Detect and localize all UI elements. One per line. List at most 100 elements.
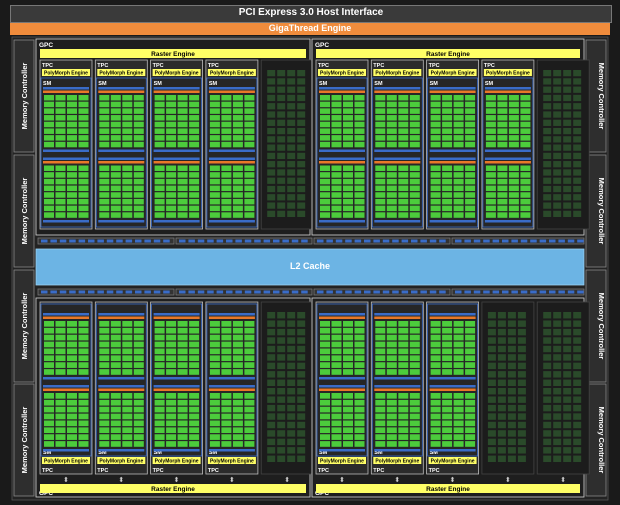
gpc-4-tpc-1-core-1-1-4 (331, 420, 342, 427)
gpc-1-tpc-1-core-0-2-2 (67, 108, 77, 114)
gpc-1-tpc-5-dim-16-1 (277, 202, 286, 209)
gpc-2-tpc-1-core-1-3-6 (354, 205, 365, 212)
gpc-1-tpc-3-sm-blue-bottom-0 (153, 149, 200, 152)
gpc-3-tpc-4-core-1-1-2 (221, 406, 232, 413)
gpc-2-tpc-5-dim-17-1 (553, 210, 562, 217)
gpc-1-tpc-5-dim-7-2 (287, 127, 296, 135)
memory-controller-right-label-3: Memory Controller (597, 293, 606, 360)
gpc-2-tpc-4-core-0-3-4 (520, 121, 531, 128)
gpc-2-tpc-2-core-0-1-4 (386, 121, 397, 128)
gpc-1-tpc-5-dim-0-1 (277, 70, 286, 77)
gpc-2-tpc-5-dim-13-1 (553, 177, 562, 184)
gpc-1-tpc-5-dim-7-0 (267, 127, 276, 135)
gpc-2-tpc-2-core-1-1-7 (386, 212, 397, 218)
gpc-2-tpc-5-dim-15-2 (563, 194, 572, 201)
gpc-2-tpc-5-dim-7-3 (573, 127, 582, 135)
gpc-4-tpc-4-dim-2-3 (517, 328, 526, 336)
crossbar-cell-lower-0-9 (125, 290, 133, 294)
gpc-2-tpc-3-core-0-2-0 (453, 95, 464, 101)
gpc-2-tpc-4-polymorph (483, 69, 532, 76)
gpc-3-tpc-4 (205, 301, 259, 475)
gpc-1-tpc-4-core-1-2-4 (232, 192, 243, 198)
gpc-2-tpc-5-dim-10-3 (573, 152, 582, 160)
gpc-2-tpc-5-dim-8-0 (543, 136, 552, 143)
gpc-4-tpc-5 (536, 301, 590, 475)
crossbar-cell-upper-3-3 (483, 239, 490, 243)
gpc-4-tpc-3-label: TPC (429, 468, 440, 474)
gpc-4-tpc-5-dim-3-0 (543, 337, 552, 344)
gpc-3-tpc-1-core-1-3-3 (78, 413, 89, 420)
gpc-4-tpc-4-dim-7-3 (517, 371, 526, 378)
gpc-1-tpc-1-core-1-3-1 (78, 172, 89, 178)
gpc-2-tpc-3-core-1-2-6 (453, 205, 464, 212)
gpc-3-tpc-2-core-1-0-3 (99, 413, 110, 420)
gpc-2-tpc-4-core-0-2-7 (508, 141, 519, 148)
gpc-4-tpc-5-dim-12-3 (573, 413, 582, 420)
gpc-4-tpc-5-dim-10-1 (553, 396, 562, 403)
gpc-2-tpc-2-core-0-1-5 (386, 128, 397, 134)
gpc-4-tpc-2-core-0-2-1 (398, 327, 409, 334)
gpc-4-tpc-5-dim-14-0 (543, 430, 552, 437)
gpc-3-tpc-3-core-0-1-6 (166, 362, 177, 368)
gpc-1-tpc-5-dim-14-2 (287, 185, 296, 193)
gpc-1-tpc-5-dim-6-1 (277, 119, 286, 126)
gpc-4-tpc-2-core-1-0-7 (375, 441, 386, 447)
gpc-1-tpc-2-core-1-2-5 (122, 198, 133, 205)
gpc-4-tpc-1-core-1-0-3 (320, 413, 330, 420)
gpc-4-tpc-3-core-0-0-5 (430, 355, 441, 362)
gpc-2-tpc-2-arrow: ⬍ (394, 59, 400, 67)
gpc-2-tpc-1-label: TPC (318, 63, 329, 69)
gpc-1-tpc-1-core-0-0-4 (44, 121, 54, 128)
gpc-4-tpc-1-core-1-2-4 (343, 420, 353, 427)
gpc-2-tpc-1-core-0-0-7 (320, 141, 330, 148)
gpc-1-tpc-1-core-0-3-2 (78, 108, 89, 114)
gpc-3-tpc-1-core-0-1-2 (55, 334, 66, 341)
gpc-1-tpc-4-arrow: ⬍ (229, 59, 235, 67)
gpc-1-tpc-3-core-0-0-3 (154, 115, 165, 121)
gpc-4-tpc-4-dim-11-1 (497, 404, 506, 412)
gpc-2-tpc-2-core-1-1-4 (386, 192, 397, 198)
gpc-2-tpc-3-sm-blue-top-1 (429, 157, 476, 160)
gpc-2-tpc-3-core-0-2-1 (453, 101, 464, 108)
gpc-1-tpc-3-sm-blue-top-1 (153, 157, 200, 160)
gpc-2-tpc-4-sm-orange-0 (484, 90, 531, 93)
gpc-1-tpc-4-core-0-1-3 (221, 115, 232, 121)
gpc-2-tpc-3-core-0-3-2 (465, 108, 476, 114)
gpc-4-tpc-4-dim-16-0 (487, 447, 496, 454)
gpc-1-tpc-1-core-1-0-5 (44, 198, 54, 205)
gpc-1-tpc-5-dim-16-2 (287, 202, 296, 209)
gpc-2-tpc-1-sm-blue-bottom-0 (319, 149, 365, 152)
gpc-4-tpc-1-core-0-0-7 (320, 369, 330, 375)
gpc-1-tpc-5-dim-16-3 (297, 202, 306, 209)
gpc-2-tpc-2-core-1-3-5 (409, 198, 420, 205)
gpc-2-tpc-3-core-0-0-0 (430, 95, 441, 101)
gpc-1-tpc-1-core-0-2-1 (67, 101, 77, 108)
gpc-3-tpc-5-dim-14-2 (287, 430, 296, 437)
raster-engine-4 (316, 484, 580, 493)
gpc-2-tpc-1-core-0-0-4 (320, 121, 330, 128)
gpc-2-tpc-3-polymorph-label: PolyMorph Engine (431, 71, 475, 77)
gpc-3-tpc-3-core-0-0-1 (154, 327, 165, 334)
gpc-2-tpc-1-core-1-2-1 (343, 172, 353, 178)
gpc-3-tpc-4-core-1-0-2 (209, 406, 220, 413)
gpc-1-tpc-5-dim-13-3 (297, 177, 306, 184)
gpc-1-tpc-5-dim-2-0 (267, 86, 276, 93)
gpc-2-tpc-1-core-0-1-1 (331, 101, 342, 108)
gpc-2-tpc-1-core-1-3-4 (354, 192, 365, 198)
gpc-4-tpc-2-core-1-1-2 (386, 406, 397, 413)
gpc-1-tpc-1-core-0-1-6 (55, 135, 66, 141)
gpc-3-tpc-3-core-0-3-4 (189, 348, 200, 355)
gpc-4-tpc-3-core-0-2-0 (453, 321, 464, 327)
gpc-1-tpc-2-core-1-2-4 (122, 192, 133, 198)
gpc-3-tpc-3-polymorph-label: PolyMorph Engine (155, 459, 199, 465)
gpc-1-tpc-1-core-1-0-4 (44, 192, 54, 198)
gpc-1-tpc-3-core-0-2-0 (177, 95, 188, 101)
gpc-4-tpc-1-core-0-3-3 (354, 341, 365, 348)
crossbar-cell-lower-2-6 (373, 290, 380, 294)
gpc-2-tpc-5-dim-4-0 (543, 103, 552, 110)
gpc-2-tpc-4-core-0-0-3 (485, 115, 496, 121)
gpc-1-tpc-3-sm (151, 77, 203, 228)
gpc-1-tpc-3-core-0-0-6 (154, 135, 165, 141)
gpc-1-tpc-1-label: TPC (42, 63, 53, 69)
gpc-2-tpc-4-core-0-0-7 (485, 141, 496, 148)
